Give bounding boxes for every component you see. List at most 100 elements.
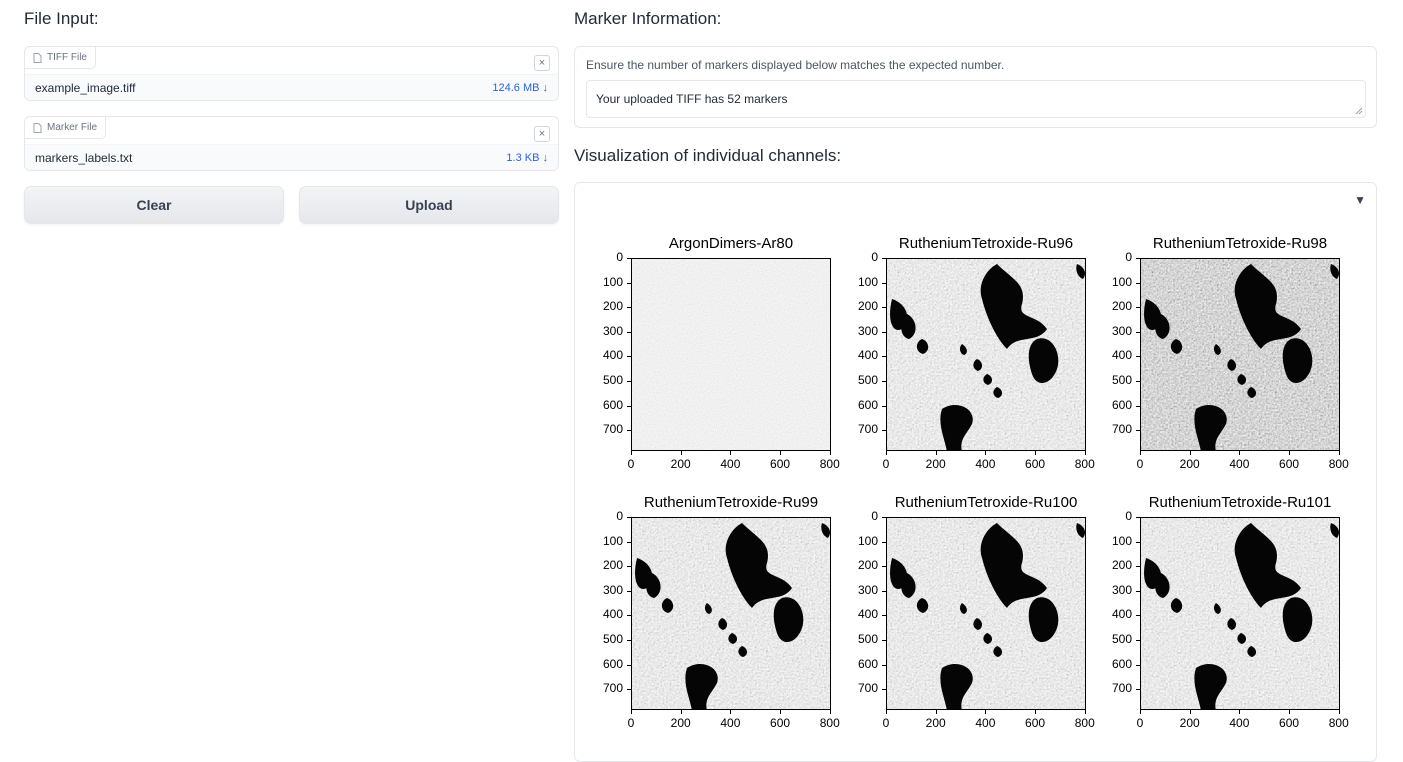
y-tick-mark	[882, 639, 886, 641]
channel-title: RutheniumTetroxide-Ru96	[898, 235, 1074, 252]
y-tick-label: 100	[602, 533, 623, 548]
channel-image	[886, 517, 1086, 710]
y-tick-mark	[1136, 405, 1140, 407]
x-tick-mark	[1338, 710, 1340, 714]
y-tick-mark	[882, 664, 886, 666]
x-tick-mark	[1239, 451, 1241, 455]
x-tick-label: 600	[770, 716, 791, 730]
y-tick-mark	[1136, 331, 1140, 333]
y-tick-mark	[882, 615, 886, 617]
resize-grip-icon[interactable]	[1355, 107, 1363, 115]
tiff-file-upload[interactable]: TIFF File × example_image.tiff 124.6 MB …	[24, 46, 559, 101]
x-tick-mark	[886, 710, 887, 714]
y-tick-mark	[1136, 590, 1140, 592]
marker-file-upload[interactable]: Marker File × markers_labels.txt 1.3 KB …	[24, 116, 559, 171]
x-tick-mark	[935, 710, 937, 714]
y-tick-mark	[882, 258, 886, 259]
x-tick-mark	[1338, 451, 1340, 455]
x-tick-label: 0	[1136, 716, 1144, 730]
marker-file-row[interactable]: markers_labels.txt 1.3 KB ↓	[25, 144, 558, 170]
y-tick-mark	[882, 517, 886, 518]
x-tick-label: 800	[1074, 457, 1095, 471]
marker-info-label: Ensure the number of markers displayed b…	[586, 58, 1005, 72]
y-tick-mark	[627, 307, 631, 309]
y-tick-label: 600	[602, 397, 623, 412]
y-tick-label: 200	[602, 558, 623, 573]
tiff-file-close-icon[interactable]: ×	[534, 55, 550, 71]
x-tick-mark	[730, 451, 732, 455]
x-tick-label: 400	[975, 457, 996, 471]
y-tick-mark	[1136, 282, 1140, 284]
x-tick-mark	[1140, 451, 1141, 455]
x-tick-mark	[1289, 710, 1291, 714]
channel-title: ArgonDimers-Ar80	[668, 235, 794, 252]
y-tick-label: 300	[857, 323, 878, 338]
y-tick-mark	[882, 590, 886, 592]
x-tick-label: 400	[1229, 716, 1250, 730]
clear-button[interactable]: Clear	[24, 186, 284, 224]
y-tick-label: 300	[1111, 323, 1132, 338]
x-tick-mark	[631, 451, 632, 455]
y-tick-mark	[1136, 689, 1140, 691]
y-tick-label: 500	[857, 631, 878, 646]
tiff-file-row[interactable]: example_image.tiff 124.6 MB ↓	[25, 74, 558, 100]
y-tick-label: 400	[1111, 607, 1132, 622]
tiff-file-name[interactable]: example_image.tiff	[35, 81, 136, 95]
marker-file-name[interactable]: markers_labels.txt	[35, 151, 132, 165]
y-tick-mark	[1136, 356, 1140, 358]
x-tick-mark	[1189, 451, 1191, 455]
y-tick-mark	[627, 639, 631, 641]
y-tick-label: 300	[602, 582, 623, 597]
y-tick-label: 200	[602, 299, 623, 314]
x-tick-label: 600	[1279, 716, 1300, 730]
x-tick-mark	[680, 710, 682, 714]
x-tick-mark	[985, 451, 987, 455]
y-tick-label: 500	[857, 372, 878, 387]
y-tick-mark	[627, 356, 631, 358]
x-tick-label: 400	[1229, 457, 1250, 471]
visualization-accordion: ▼ ArgonDimers-Ar80 0 100 200 300 400 500 600 700…	[574, 182, 1377, 762]
x-tick-mark	[1035, 710, 1037, 714]
channel-title: RutheniumTetroxide-Ru98	[1152, 235, 1328, 252]
file-icon	[33, 122, 42, 133]
y-tick-mark	[1136, 664, 1140, 666]
y-tick-label: 200	[1111, 558, 1132, 573]
file-icon	[33, 52, 42, 63]
x-tick-label: 400	[720, 457, 741, 471]
y-tick-mark	[1136, 380, 1140, 382]
x-tick-mark	[886, 451, 887, 455]
x-tick-label: 0	[627, 716, 635, 730]
y-tick-label: 100	[857, 533, 878, 548]
channel-title: RutheniumTetroxide-Ru100	[894, 494, 1078, 511]
y-tick-label: 100	[857, 274, 878, 289]
x-tick-mark	[1289, 451, 1291, 455]
marker-file-size[interactable]: 1.3 KB ↓	[506, 152, 548, 164]
marker-info-box: Ensure the number of markers displayed b…	[574, 46, 1377, 128]
y-tick-label: 400	[602, 348, 623, 363]
y-tick-mark	[627, 331, 631, 333]
marker-file-close-icon[interactable]: ×	[534, 126, 550, 142]
y-tick-label: 500	[1111, 631, 1132, 646]
y-tick-mark	[627, 590, 631, 592]
y-tick-mark	[882, 405, 886, 407]
visualization-title: Visualization of individual channels:	[574, 146, 842, 165]
y-tick-label: 500	[602, 372, 623, 387]
x-tick-mark	[1084, 451, 1086, 455]
y-tick-mark	[1136, 639, 1140, 641]
x-tick-label: 600	[1025, 457, 1046, 471]
y-tick-label: 700	[1111, 422, 1132, 437]
x-tick-mark	[631, 710, 632, 714]
upload-button[interactable]: Upload	[299, 186, 559, 224]
marker-count-textbox[interactable]: Your uploaded TIFF has 52 markers	[586, 80, 1366, 118]
y-tick-label: 400	[1111, 348, 1132, 363]
y-tick-label: 300	[857, 582, 878, 597]
x-tick-label: 800	[1328, 457, 1349, 471]
channel-image	[631, 258, 831, 451]
x-tick-label: 0	[882, 457, 890, 471]
x-tick-mark	[1035, 451, 1037, 455]
y-tick-mark	[882, 689, 886, 691]
collapse-toggle-icon[interactable]: ▼	[1354, 193, 1366, 207]
tiff-file-size[interactable]: 124.6 MB ↓	[492, 82, 548, 94]
y-tick-label: 700	[602, 422, 623, 437]
x-tick-mark	[1084, 710, 1086, 714]
